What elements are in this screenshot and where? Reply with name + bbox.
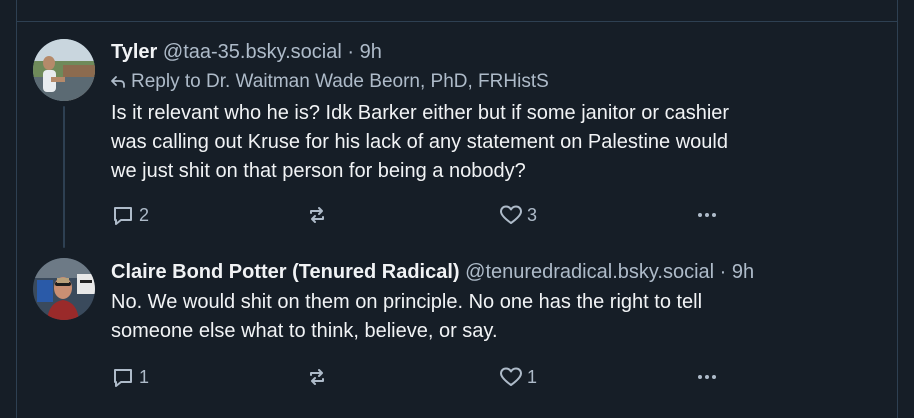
repost-button[interactable] [305, 203, 333, 227]
post-timestamp[interactable]: 9h [732, 261, 754, 283]
more-dots-icon [695, 203, 719, 227]
reply-bubble-icon [111, 365, 135, 389]
post-header: Tyler @taa-35.bsky.social · 9h [111, 40, 729, 64]
avatar-claire[interactable] [33, 258, 95, 320]
avatar-tyler[interactable] [33, 39, 95, 101]
separator-dot: · [719, 261, 727, 283]
thread-connector-line [63, 106, 65, 248]
like-button[interactable]: 3 [499, 203, 537, 227]
more-dots-icon [695, 365, 719, 389]
repost-icon [305, 365, 329, 389]
reply-bubble-icon [111, 203, 135, 227]
author-handle[interactable]: @tenuredradical.bsky.social [465, 261, 714, 283]
reply-count: 1 [139, 366, 150, 387]
heart-icon [499, 203, 523, 227]
top-divider [16, 21, 898, 22]
post-header: Claire Bond Potter (Tenured Radical) @te… [111, 260, 754, 284]
more-options-button[interactable] [695, 203, 719, 227]
repost-button[interactable] [305, 365, 333, 389]
author-name[interactable]: Tyler [111, 41, 157, 63]
reply-count: 2 [139, 204, 150, 225]
like-count: 3 [527, 204, 538, 225]
post-timestamp[interactable]: 9h [360, 41, 382, 63]
like-count: 1 [527, 366, 538, 387]
reply-to-label: Reply to Dr. Waitman Wade Beorn, PhD, FR… [131, 71, 549, 92]
post-text: No. We would shit on them on principle. … [111, 291, 703, 342]
repost-icon [305, 203, 329, 227]
post-claire[interactable]: Claire Bond Potter (Tenured Radical) @te… [111, 260, 754, 346]
thread-view: Tyler @taa-35.bsky.social · 9h Reply to … [0, 0, 914, 418]
right-border [897, 0, 898, 418]
reply-button[interactable]: 2 [111, 203, 149, 227]
more-options-button[interactable] [695, 365, 719, 389]
separator-dot: · [347, 41, 355, 63]
post-text: Is it relevant who he is? Idk Barker eit… [111, 102, 730, 182]
reply-button[interactable]: 1 [111, 365, 149, 389]
left-border [16, 0, 17, 418]
post-tyler[interactable]: Tyler @taa-35.bsky.social · 9h Reply to … [111, 40, 729, 186]
reply-arrow-icon [111, 71, 127, 95]
like-button[interactable]: 1 [499, 365, 537, 389]
author-handle[interactable]: @taa-35.bsky.social [163, 41, 342, 63]
author-name[interactable]: Claire Bond Potter (Tenured Radical) [111, 261, 460, 283]
heart-icon [499, 365, 523, 389]
reply-to-line[interactable]: Reply to Dr. Waitman Wade Beorn, PhD, FR… [111, 70, 729, 95]
